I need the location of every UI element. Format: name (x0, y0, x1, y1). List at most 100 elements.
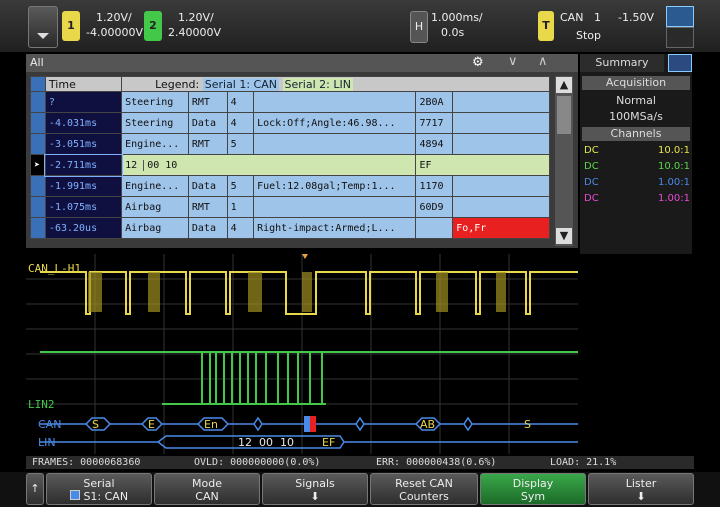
crc-cell: 1170 (415, 175, 454, 197)
time-cell: -1.991ms (44, 175, 123, 197)
time-cell: -1.075ms (44, 196, 123, 218)
row-marker (30, 133, 46, 155)
probe-ratio: 10.0:1 (658, 161, 690, 172)
table-row[interactable]: -1.075ms Airbag RMT 1 60D9 (30, 196, 550, 218)
scroll-down-icon[interactable]: ▼ (556, 228, 572, 244)
status-bar: FRAMES: 0000068360 OVLD: 000000000(0.0%)… (26, 456, 694, 469)
table-row[interactable]: -3.051ms Engine... RMT 5 4894 (30, 133, 550, 155)
type-cell: RMT (187, 196, 228, 218)
waveform-area[interactable] (26, 254, 578, 454)
type-cell: RMT (187, 133, 228, 155)
coupling: DC (584, 177, 599, 188)
lister-softkey[interactable]: Lister ⬇ (588, 473, 694, 505)
horizontal-badge[interactable]: H (410, 11, 428, 43)
reset-can-counters-softkey[interactable]: Reset CAN Counters (370, 473, 478, 505)
row-marker (30, 196, 46, 218)
dlc-cell: 4 (226, 91, 255, 113)
error-cell: Fo,Fr (452, 217, 550, 239)
crc-cell: 2B0A (415, 91, 454, 113)
signals-softkey[interactable]: Signals ⬇ (262, 473, 368, 505)
can-packet-en: En (204, 418, 218, 431)
table-row[interactable]: -63.20us Airbag Data 4 Right-impact:Arme… (30, 217, 550, 239)
error-cell (452, 175, 550, 197)
back-arrow-icon[interactable]: ↑ (26, 473, 44, 505)
lin-byte-2: 10 (165, 159, 178, 171)
legend-serial2: Serial 2: LIN (282, 77, 353, 91)
serial1-label: CAN (38, 418, 62, 431)
mode-softkey[interactable]: Mode CAN (154, 473, 260, 505)
coupling: DC (584, 161, 599, 172)
time-cell: -63.20us (44, 217, 123, 239)
time-cell: ? (44, 91, 123, 113)
can-packet-end: E (148, 418, 155, 431)
chevron-down-icon (37, 33, 49, 39)
trigger-type: CAN (560, 11, 584, 24)
lister-table: Time Legend: Serial 1: CAN Serial 2: LIN… (30, 76, 550, 239)
lin-bus-data: 12 00 10 (238, 436, 294, 449)
tab-summary[interactable]: Summary (580, 54, 664, 72)
error-count: ERR: 000000438(0.6%) (376, 457, 497, 468)
chevron-down-icon[interactable]: ∨ (508, 54, 518, 69)
main-menu-button[interactable] (28, 6, 58, 48)
channel-2-offset: 2.40000V (168, 26, 222, 39)
id-cell: Engine... (121, 175, 189, 197)
channel-1-row: DC 10.0:1 (584, 145, 690, 156)
acquisition-header: Acquisition (582, 76, 690, 90)
ch2-trace (40, 351, 578, 405)
measure-icon[interactable] (666, 27, 694, 48)
table-row[interactable]: -4.031ms Steering Data 4 Lock:Off;Angle:… (30, 112, 550, 134)
softkey-label: Lister (625, 477, 657, 490)
channel-2-settings[interactable]: 1.20V/ 2.40000V (168, 10, 221, 40)
legend-serial1: Serial 1: CAN (202, 77, 279, 91)
arrow-right-icon: ➤ (30, 154, 46, 176)
trigger-marker (302, 254, 308, 259)
channel-1-badge[interactable]: 1 (62, 11, 80, 41)
trigger-badge[interactable]: T (538, 11, 554, 41)
serial-softkey[interactable]: Serial S1: CAN (46, 473, 152, 505)
timebase-scale: 1.000ms/ (431, 11, 483, 24)
softkey-label: Mode (192, 477, 222, 490)
sample-rate: 100MSa/s (609, 110, 663, 123)
table-row[interactable]: -1.991ms Engine... Data 5 Fuel:12.08gal;… (30, 175, 550, 197)
time-column-header: Time (44, 76, 123, 92)
zoom-icon[interactable] (666, 6, 694, 27)
time-cell: -4.031ms (44, 112, 123, 134)
channel-2-scale: 1.20V/ (178, 11, 214, 24)
chevron-up-icon[interactable]: ∧ (538, 54, 548, 69)
channel-2-row: DC 10.0:1 (584, 161, 690, 172)
crc-cell: 7717 (415, 112, 454, 134)
lin-data-cell: 12 00 10 (121, 154, 417, 176)
display-softkey[interactable]: Display Sym (480, 473, 586, 505)
data-cell: Lock:Off;Angle:46.98... (253, 112, 417, 134)
probe-ratio: 1.00:1 (658, 177, 690, 188)
serial-lin-bus (40, 435, 578, 449)
id-cell: Steering (121, 91, 189, 113)
crc-cell: 4894 (415, 133, 454, 155)
scroll-up-icon[interactable]: ▲ (556, 77, 572, 93)
can-packet-start-2: S (524, 418, 531, 431)
softkey-value: CAN (195, 490, 219, 503)
channel-4-row: DC 1.00:1 (584, 193, 690, 204)
serial2-label: LIN (38, 436, 56, 449)
scrollbar-thumb[interactable] (557, 96, 571, 134)
gear-icon[interactable]: ⚙ (472, 55, 484, 70)
ch2-label: LIN2 (28, 398, 55, 411)
channel-2-badge[interactable]: 2 (144, 11, 162, 41)
row-marker (30, 175, 46, 197)
row-marker (30, 112, 46, 134)
time-delay: 0.0s (441, 26, 465, 39)
error-cell (452, 133, 550, 155)
softkey-value: Counters (399, 490, 449, 503)
frames-count: FRAMES: 0000068360 (32, 457, 141, 468)
arrow-down-icon: ⬇ (310, 490, 320, 503)
type-cell: Data (187, 217, 228, 239)
list-icon[interactable] (668, 54, 692, 72)
table-row[interactable]: ? Steering RMT 4 2B0A (30, 91, 550, 113)
softkey-value: S1: CAN (83, 490, 129, 503)
crc-cell (415, 217, 454, 239)
marker-header (30, 76, 46, 92)
waveform-graph (26, 254, 578, 454)
channel-1-settings[interactable]: 1.20V/ -4.00000V (86, 10, 143, 40)
horizontal-settings[interactable]: 1.000ms/ 0.0s (431, 10, 483, 40)
table-row-selected[interactable]: ➤ -2.711ms 12 00 10 EF (30, 153, 550, 177)
